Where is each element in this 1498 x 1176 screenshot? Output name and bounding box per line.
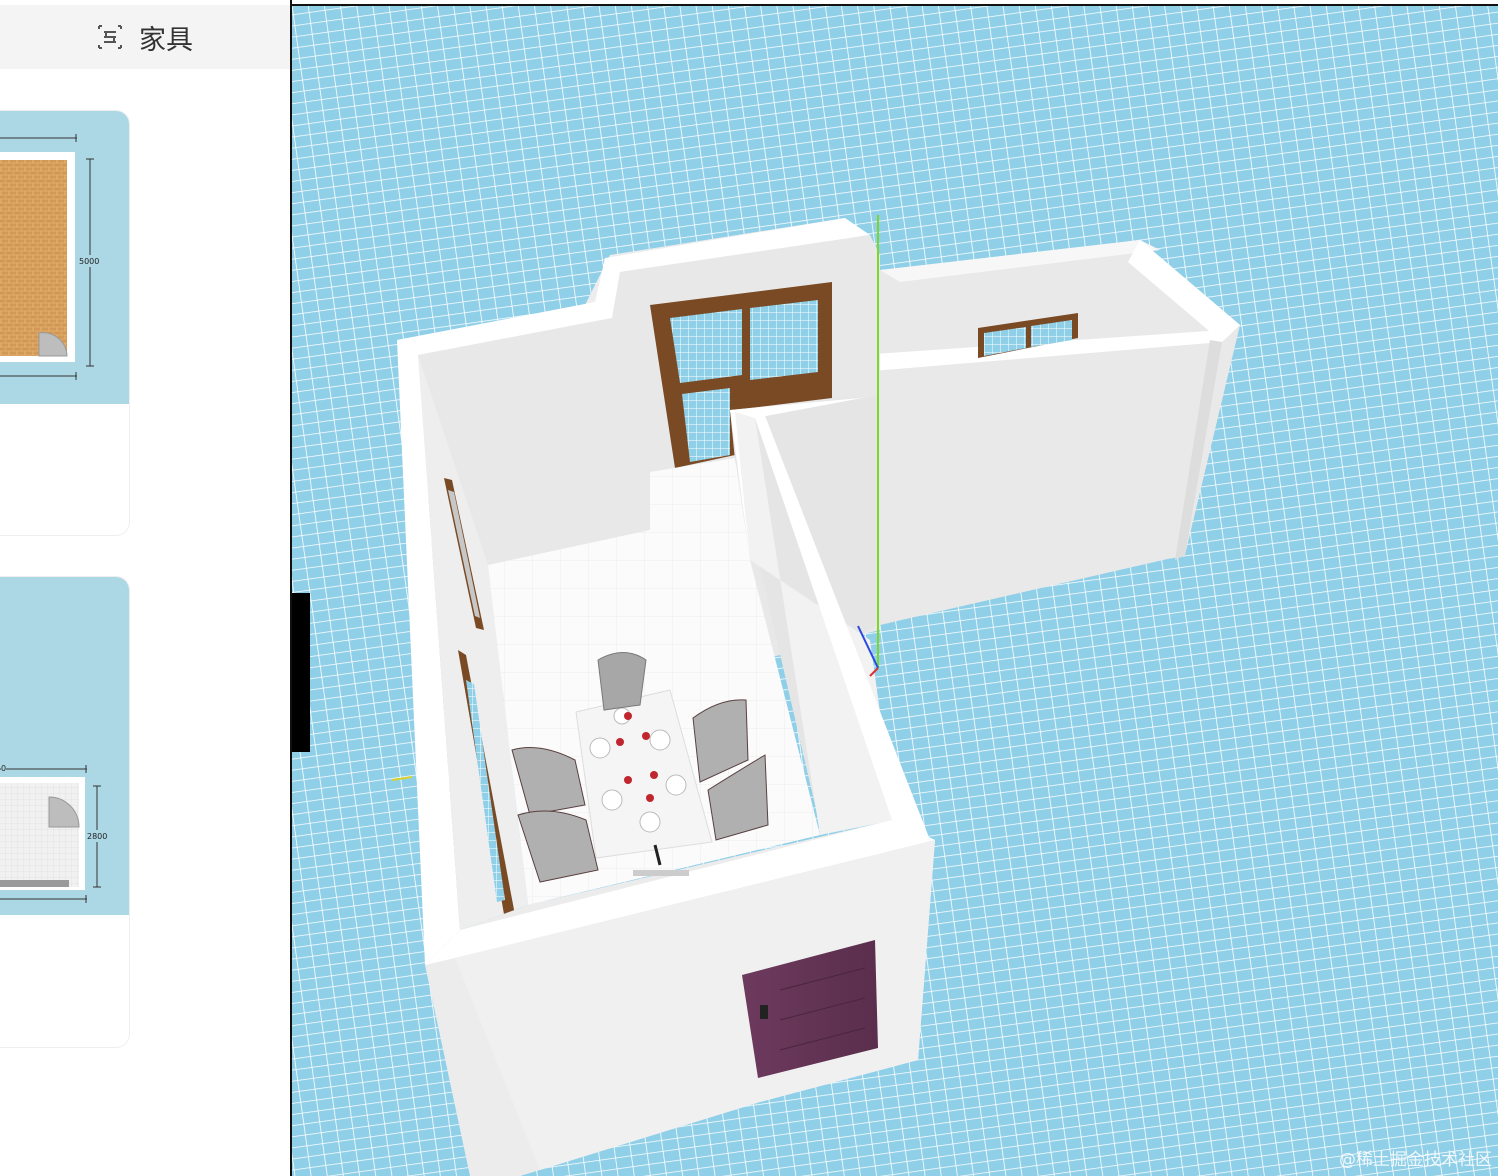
room-template-thumbnail: 5000 [0,111,129,404]
floorplan-drawing [0,765,111,903]
furniture-tab-icon [98,25,122,49]
watermark: @稀土掘金技术社区 [1339,1150,1492,1170]
dimension-label: 5000 [79,257,100,266]
3d-viewport[interactable]: @稀土掘金技术社区 [292,5,1498,1176]
3d-scene[interactable] [292,5,1498,1176]
viewport-border [292,4,1498,6]
furniture-tab[interactable]: 家具 [0,5,290,69]
room-template-thumbnail: 0 2800 [0,577,129,915]
floorplan-drawing [0,134,102,380]
sidebar: 家具 5000 0 2800 [0,0,290,1176]
dimension-label: 0 [1,764,7,773]
dimension-label: 2800 [87,832,108,841]
sidebar-collapse-handle[interactable] [292,593,310,752]
room-template-card[interactable]: 5000 [0,110,130,536]
chair [597,652,647,711]
room-template-card[interactable]: 0 2800 [0,576,130,1048]
furniture-tab-label: 家具 [139,24,193,56]
